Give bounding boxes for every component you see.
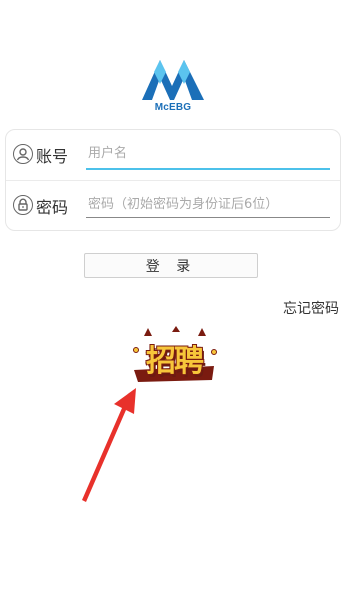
login-button[interactable]: 登 录 bbox=[84, 253, 258, 278]
logo-mark-icon bbox=[142, 60, 204, 100]
username-underline bbox=[86, 168, 330, 170]
red-arrow-icon bbox=[82, 388, 136, 502]
forgot-password-link[interactable]: 忘记密码 bbox=[283, 298, 339, 318]
logo-text: McEBG bbox=[154, 102, 192, 113]
account-label: 账号 bbox=[36, 147, 69, 166]
recruitment-banner[interactable]: 招聘 bbox=[128, 326, 220, 388]
banner-main-text: 招聘 bbox=[146, 344, 204, 379]
username-input[interactable] bbox=[86, 139, 331, 167]
password-input[interactable] bbox=[86, 190, 331, 218]
password-row: 密码 bbox=[6, 181, 340, 231]
user-icon bbox=[13, 144, 33, 164]
app-logo: McEBG bbox=[140, 58, 206, 118]
login-card: 账号 密码 bbox=[5, 129, 341, 231]
account-row: 账号 bbox=[6, 130, 340, 180]
password-underline bbox=[86, 217, 330, 218]
lock-icon bbox=[13, 195, 33, 215]
password-label: 密码 bbox=[36, 198, 69, 217]
